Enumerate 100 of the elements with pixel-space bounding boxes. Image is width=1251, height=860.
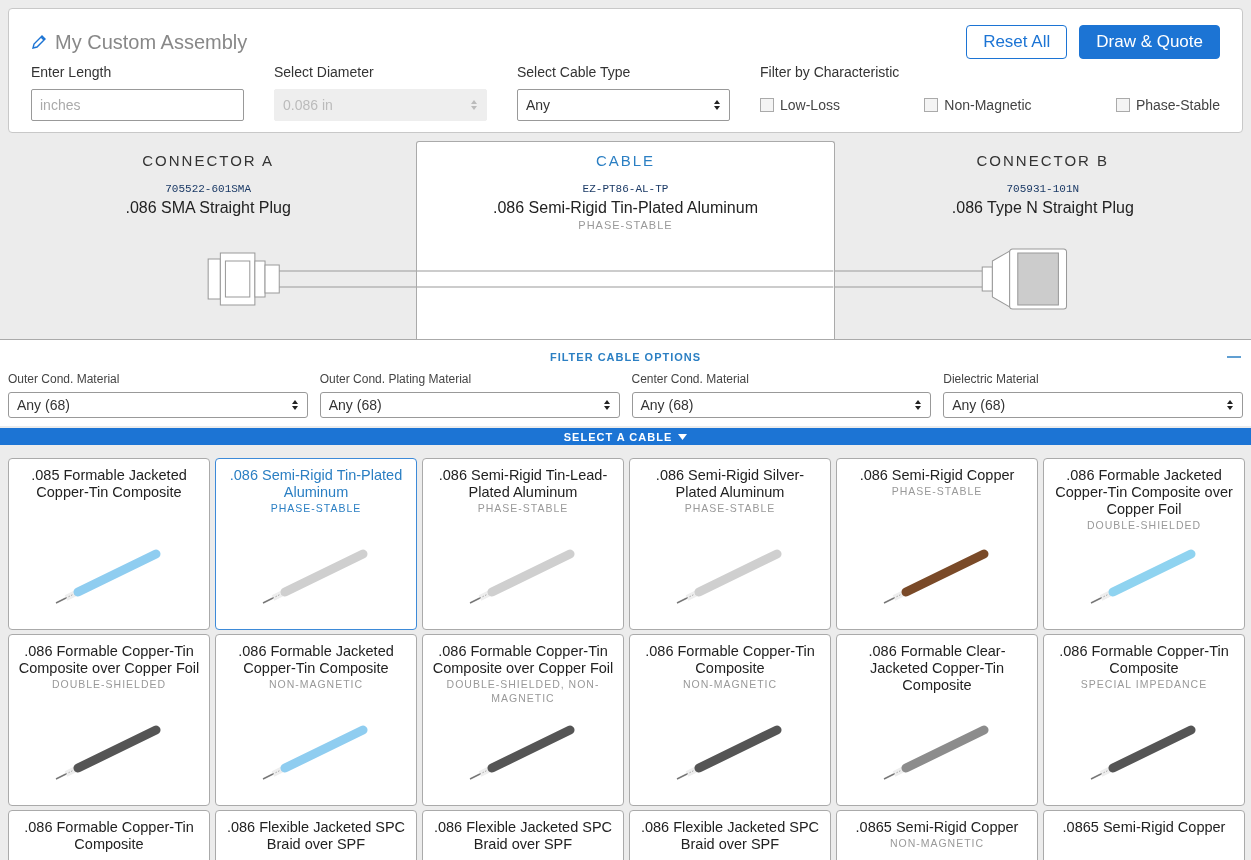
part-name: .086 Semi-Rigid Tin-Plated Aluminum: [493, 199, 758, 217]
cable-tag: NON-MAGNETIC: [682, 677, 778, 691]
part-number: 705931-101N: [1006, 183, 1080, 195]
part-heading: CABLE: [595, 152, 656, 169]
cable-icon: [883, 549, 989, 604]
field-label: Filter by Characteristic: [760, 63, 901, 82]
filter-select[interactable]: Any (68): [319, 392, 620, 418]
bar-title: SELECT A CABLE: [563, 430, 673, 443]
cable-title: .086 Formable Copper-Tin Composite: [1058, 643, 1230, 677]
filter-select[interactable]: Any (68): [631, 392, 932, 418]
cable-card[interactable]: .086 Formable Copper-Tin Composite NON-MAGNETIC: [629, 634, 831, 806]
filter-label: Dielectric Material: [943, 372, 1040, 388]
cable-card[interactable]: .085 Formable Jacketed Copper-Tin Composite: [8, 458, 210, 630]
cable-card[interactable]: .086 Formable Copper-Tin Composite SPECIAL IMPEDANCE: [1043, 634, 1245, 806]
cable-card[interactable]: .0865 Semi-Rigid Copper NON-MAGNETIC: [836, 810, 1038, 860]
cable-title: .085 Formable Jacketed Copper-Tin Composite: [30, 467, 188, 501]
cable-card[interactable]: .086 Flexible Jacketed SPC Braid over SPF: [215, 810, 417, 860]
field-label: Enter Length: [31, 63, 113, 82]
filter-select[interactable]: Any (68): [8, 392, 308, 418]
cable-title: .086 Semi-Rigid Copper: [859, 467, 1015, 484]
cable-card[interactable]: .086 Semi-Rigid Copper PHASE-STABLE: [836, 458, 1038, 630]
cable-card[interactable]: .086 Semi-Rigid Tin-Plated Aluminum PHASE-STABLE: [215, 458, 417, 630]
part-heading: CONNECTOR B: [976, 152, 1110, 169]
select-arrows-icon: [1226, 399, 1234, 411]
cable-title: .086 Flexible Jacketed SPC Braid over SPF: [225, 819, 407, 853]
cable-title: .086 Formable Copper-Tin Composite over Copper Foil: [431, 643, 615, 677]
cable-title: .086 Formable Copper-Tin Composite: [23, 819, 195, 853]
field-label: Select Diameter: [274, 63, 375, 82]
cable-card[interactable]: .086 Flexible Jacketed SPC Braid over SPF: [422, 810, 624, 860]
select-arrows-icon: [713, 99, 721, 111]
part-number: 705522-601SMA: [165, 183, 252, 195]
part-name: .086 SMA Straight Plug: [125, 199, 291, 217]
cable-card[interactable]: .086 Formable Jacketed Copper-Tin Composite over Copper Foil DOUBLE-SHIELDED: [1043, 458, 1245, 630]
cable-icon: [1090, 725, 1196, 780]
cable-title: .0865 Semi-Rigid Copper: [855, 819, 1019, 836]
cable-title: .086 Flexible Jacketed SPC Braid over SPF: [639, 819, 821, 853]
cable-title: .086 Formable Clear-Jacketed Copper-Tin Composite: [867, 643, 1007, 694]
cable-icon: [676, 725, 782, 780]
cable-title: .086 Flexible Jacketed SPC Braid over SPF: [432, 819, 614, 853]
cable-title: .086 Formable Jacketed Copper-Tin Composite over Copper Foil: [1054, 467, 1234, 518]
cable-tag: PHASE-STABLE: [270, 501, 362, 515]
cable-title: .086 Semi-Rigid Silver-Plated Aluminum: [654, 467, 806, 501]
cable-tag: DOUBLE-SHIELDED: [1086, 518, 1202, 532]
part-tag: PHASE-STABLE: [578, 219, 673, 231]
cable-title: .086 Semi-Rigid Tin-Lead-Plated Aluminum: [437, 467, 609, 501]
field-label: Select Cable Type: [517, 63, 632, 82]
select-arrows-icon: [470, 99, 478, 111]
cable-card[interactable]: .086 Formable Jacketed Copper-Tin Composite NON-MAGNETIC: [215, 634, 417, 806]
part-column[interactable]: CONNECTOR A 705522-601SMA .086 SMA Straight Plug: [0, 141, 417, 339]
cable-tag: PHASE-STABLE: [891, 484, 983, 498]
checkbox-label: Phase-Stable: [1135, 97, 1220, 113]
cable-icon: [1090, 549, 1196, 604]
cable-title: .086 Formable Copper-Tin Composite: [644, 643, 816, 677]
cable-card[interactable]: .086 Formable Copper-Tin Composite over Copper Foil DOUBLE-SHIELDED, NON-MAGNETIC: [422, 634, 624, 806]
length-input[interactable]: inches: [31, 89, 244, 121]
cable-card[interactable]: .086 Formable Clear-Jacketed Copper-Tin Composite: [836, 634, 1038, 806]
cable-icon: [55, 549, 161, 604]
cable-card[interactable]: .086 Formable Copper-Tin Composite over Copper Foil DOUBLE-SHIELDED: [8, 634, 210, 806]
checkbox[interactable]: [760, 98, 774, 112]
pencil-icon: [31, 34, 47, 50]
cable-tag: SPECIAL IMPEDANCE: [1080, 677, 1208, 691]
part-number: EZ-PT86-AL-TP: [582, 183, 669, 195]
part-column[interactable]: CONNECTOR B 705931-101N .086 Type N Straight Plug: [834, 141, 1251, 339]
cable-icon: [469, 549, 575, 604]
cable-tag: PHASE-STABLE: [477, 501, 569, 515]
cable-title: .086 Semi-Rigid Tin-Plated Aluminum: [228, 467, 404, 501]
cable-type-select[interactable]: Any: [517, 89, 730, 121]
cable-card[interactable]: .086 Formable Copper-Tin Composite: [8, 810, 210, 860]
cable-icon: [676, 549, 782, 604]
filter-label: Outer Cond. Plating Material: [319, 372, 473, 388]
cable-icon: [469, 725, 575, 780]
select-arrows-icon: [914, 399, 923, 411]
checkbox-label: Non-Magnetic: [944, 97, 1032, 113]
filter-label: Center Cond. Material: [631, 372, 750, 388]
cable-title: .0865 Semi-Rigid Copper: [1062, 819, 1226, 836]
cable-tag: PHASE-STABLE: [684, 501, 776, 515]
reset-button[interactable]: Reset All: [966, 25, 1068, 59]
caret-icon: [678, 433, 688, 440]
draw-quote-button[interactable]: Draw & Quote: [1079, 25, 1220, 59]
cable-card[interactable]: .086 Semi-Rigid Tin-Lead-Plated Aluminum PHASE-STABLE: [422, 458, 624, 630]
cable-title: .086 Formable Copper-Tin Composite over Copper Foil: [17, 643, 201, 677]
part-name: .086 Type N Straight Plug: [951, 199, 1134, 217]
checkbox[interactable]: [924, 98, 939, 112]
cable-card[interactable]: .086 Semi-Rigid Silver-Plated Aluminum PHASE-STABLE: [629, 458, 831, 630]
checkbox[interactable]: [1115, 98, 1130, 112]
checkbox-label: Low-Loss: [780, 97, 840, 113]
part-heading: CONNECTOR A: [142, 152, 275, 169]
assembly-title: My Custom Assembly: [55, 30, 248, 54]
cable-card[interactable]: .086 Flexible Jacketed SPC Braid over SPF: [629, 810, 831, 860]
cable-icon: [262, 549, 368, 604]
cable-tag: DOUBLE-SHIELDED: [51, 677, 167, 691]
cable-tag: NON-MAGNETIC: [889, 836, 985, 850]
cable-icon: [55, 725, 161, 780]
cable-card[interactable]: .0865 Semi-Rigid Copper: [1043, 810, 1245, 860]
cable-tag: NON-MAGNETIC: [268, 677, 364, 691]
filter-label: Outer Cond. Material: [8, 372, 121, 388]
cable-tag: DOUBLE-SHIELDED, NON-MAGNETIC: [431, 677, 615, 705]
filter-select[interactable]: Any (68): [943, 392, 1243, 418]
cable-icon: [883, 725, 989, 780]
selected-part-card[interactable]: CABLE EZ-PT86-AL-TP .086 Semi-Rigid Tin-Plated Aluminum PHASE-STABLE: [416, 141, 835, 339]
